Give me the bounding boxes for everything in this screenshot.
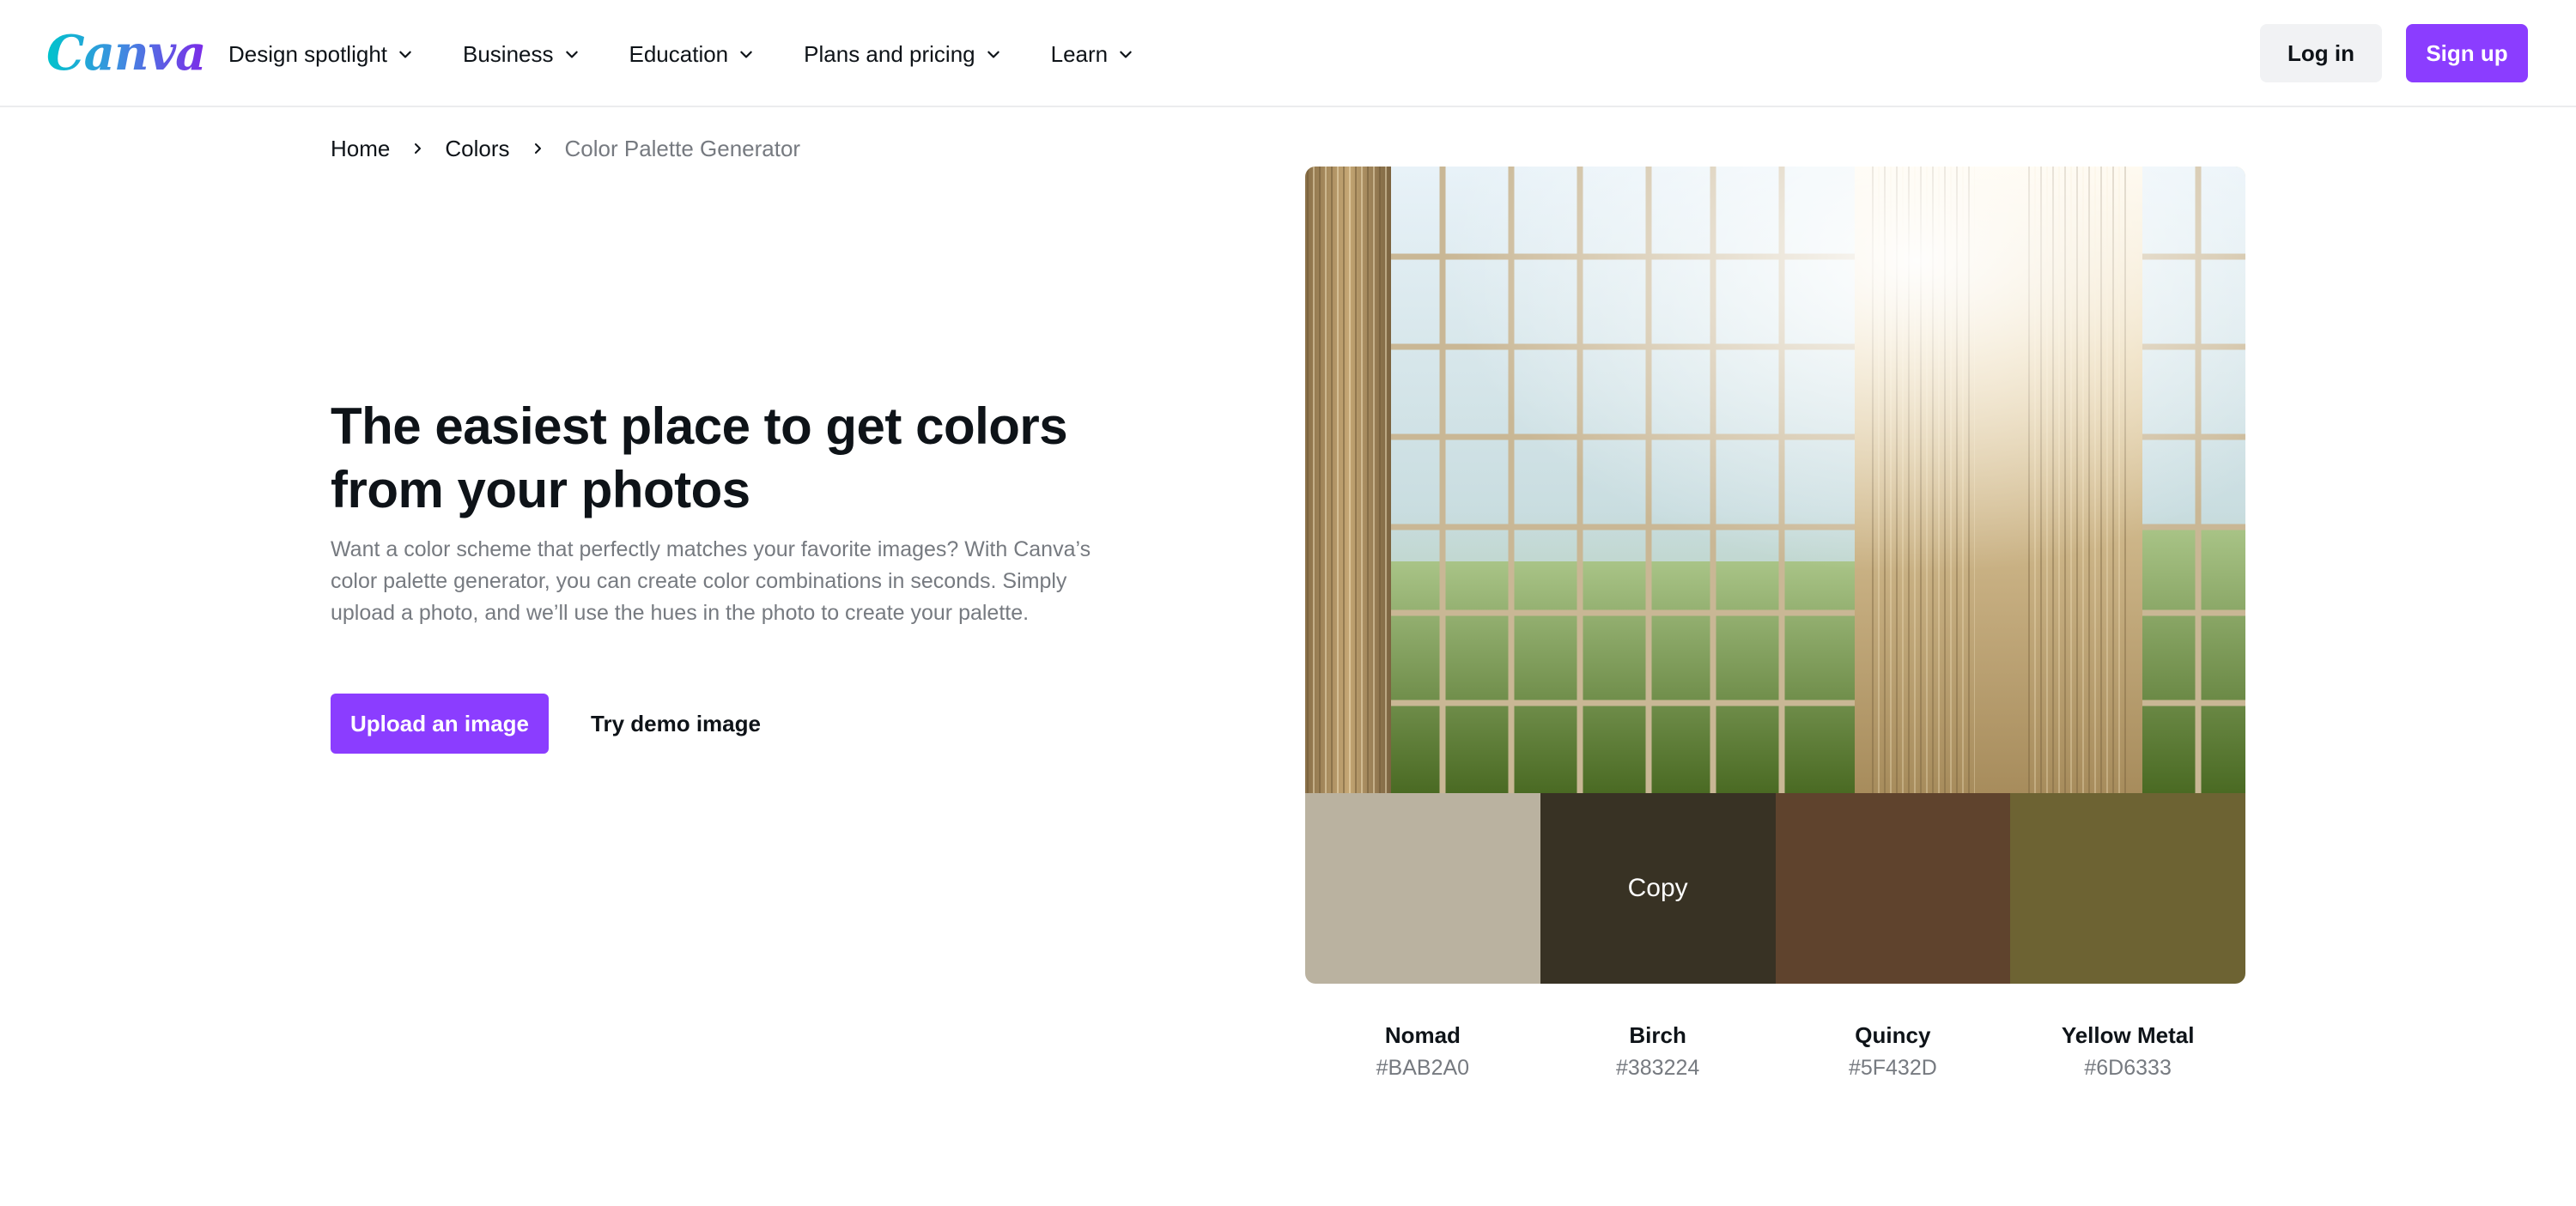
page-description: Want a color scheme that perfectly match… [331,537,1091,625]
demo-photo [1305,167,2245,793]
copy-label: Copy [1627,874,1688,902]
chevron-right-icon [534,143,541,154]
color-name: Yellow Metal [2061,1022,2195,1048]
page-title: The easiest place to get colors from you… [331,397,1068,518]
canva-logo[interactable]: Canva [46,22,206,84]
palette-preview: Copy [1305,167,2245,984]
color-name: Birch [1629,1022,1686,1048]
swatch-quincy[interactable] [1775,793,2011,984]
nav-business[interactable]: Business [463,41,580,68]
color-hex[interactable]: #BAB2A0 [1305,1052,1540,1083]
palette-swatches: Copy [1305,793,2245,984]
nav-design-spotlight[interactable]: Design spotlight [228,41,413,68]
color-hex[interactable]: #6D6333 [2010,1052,2245,1083]
nav-plans-pricing[interactable]: Plans and pricing [804,41,1000,68]
chevron-down-icon [1120,51,1132,58]
color-hex[interactable]: #5F432D [1776,1052,2011,1083]
swatch-nomad[interactable] [1305,793,1540,984]
color-hex[interactable]: #383224 [1540,1052,1776,1083]
color-label: Nomad #BAB2A0 [1305,1018,1540,1083]
palette-labels: Nomad #BAB2A0 Birch #383224 Quincy #5F43… [1305,1018,2245,1083]
color-name: Quincy [1855,1022,1931,1048]
login-button[interactable]: Log in [2260,24,2382,82]
signup-button[interactable]: Sign up [2406,24,2528,82]
color-label: Yellow Metal #6D6333 [2010,1018,2245,1083]
main-nav: Design spotlight Business Education Plan… [228,33,1183,76]
nav-learn[interactable]: Learn [1051,41,1134,68]
nav-education[interactable]: Education [629,41,755,68]
breadcrumb-colors[interactable]: Colors [445,136,509,162]
chevron-down-icon [987,51,999,58]
chevron-down-icon [565,51,578,58]
chevron-down-icon [399,51,411,58]
upload-image-button[interactable]: Upload an image [331,694,549,754]
breadcrumb: Home Colors Color Palette Generator [331,133,800,164]
chevron-right-icon [415,143,422,154]
top-navbar: Canva Design spotlight Business Educatio… [0,0,2576,107]
swatch-yellow-metal[interactable] [2010,793,2245,984]
breadcrumb-home[interactable]: Home [331,136,390,162]
color-label: Birch #383224 [1540,1018,1776,1083]
color-label: Quincy #5F432D [1776,1018,2011,1083]
breadcrumb-current: Color Palette Generator [564,135,801,161]
chevron-down-icon [740,51,752,58]
color-name: Nomad [1384,1022,1461,1048]
swatch-birch[interactable]: Copy [1540,793,1776,984]
try-demo-image-button[interactable]: Try demo image [577,694,775,754]
